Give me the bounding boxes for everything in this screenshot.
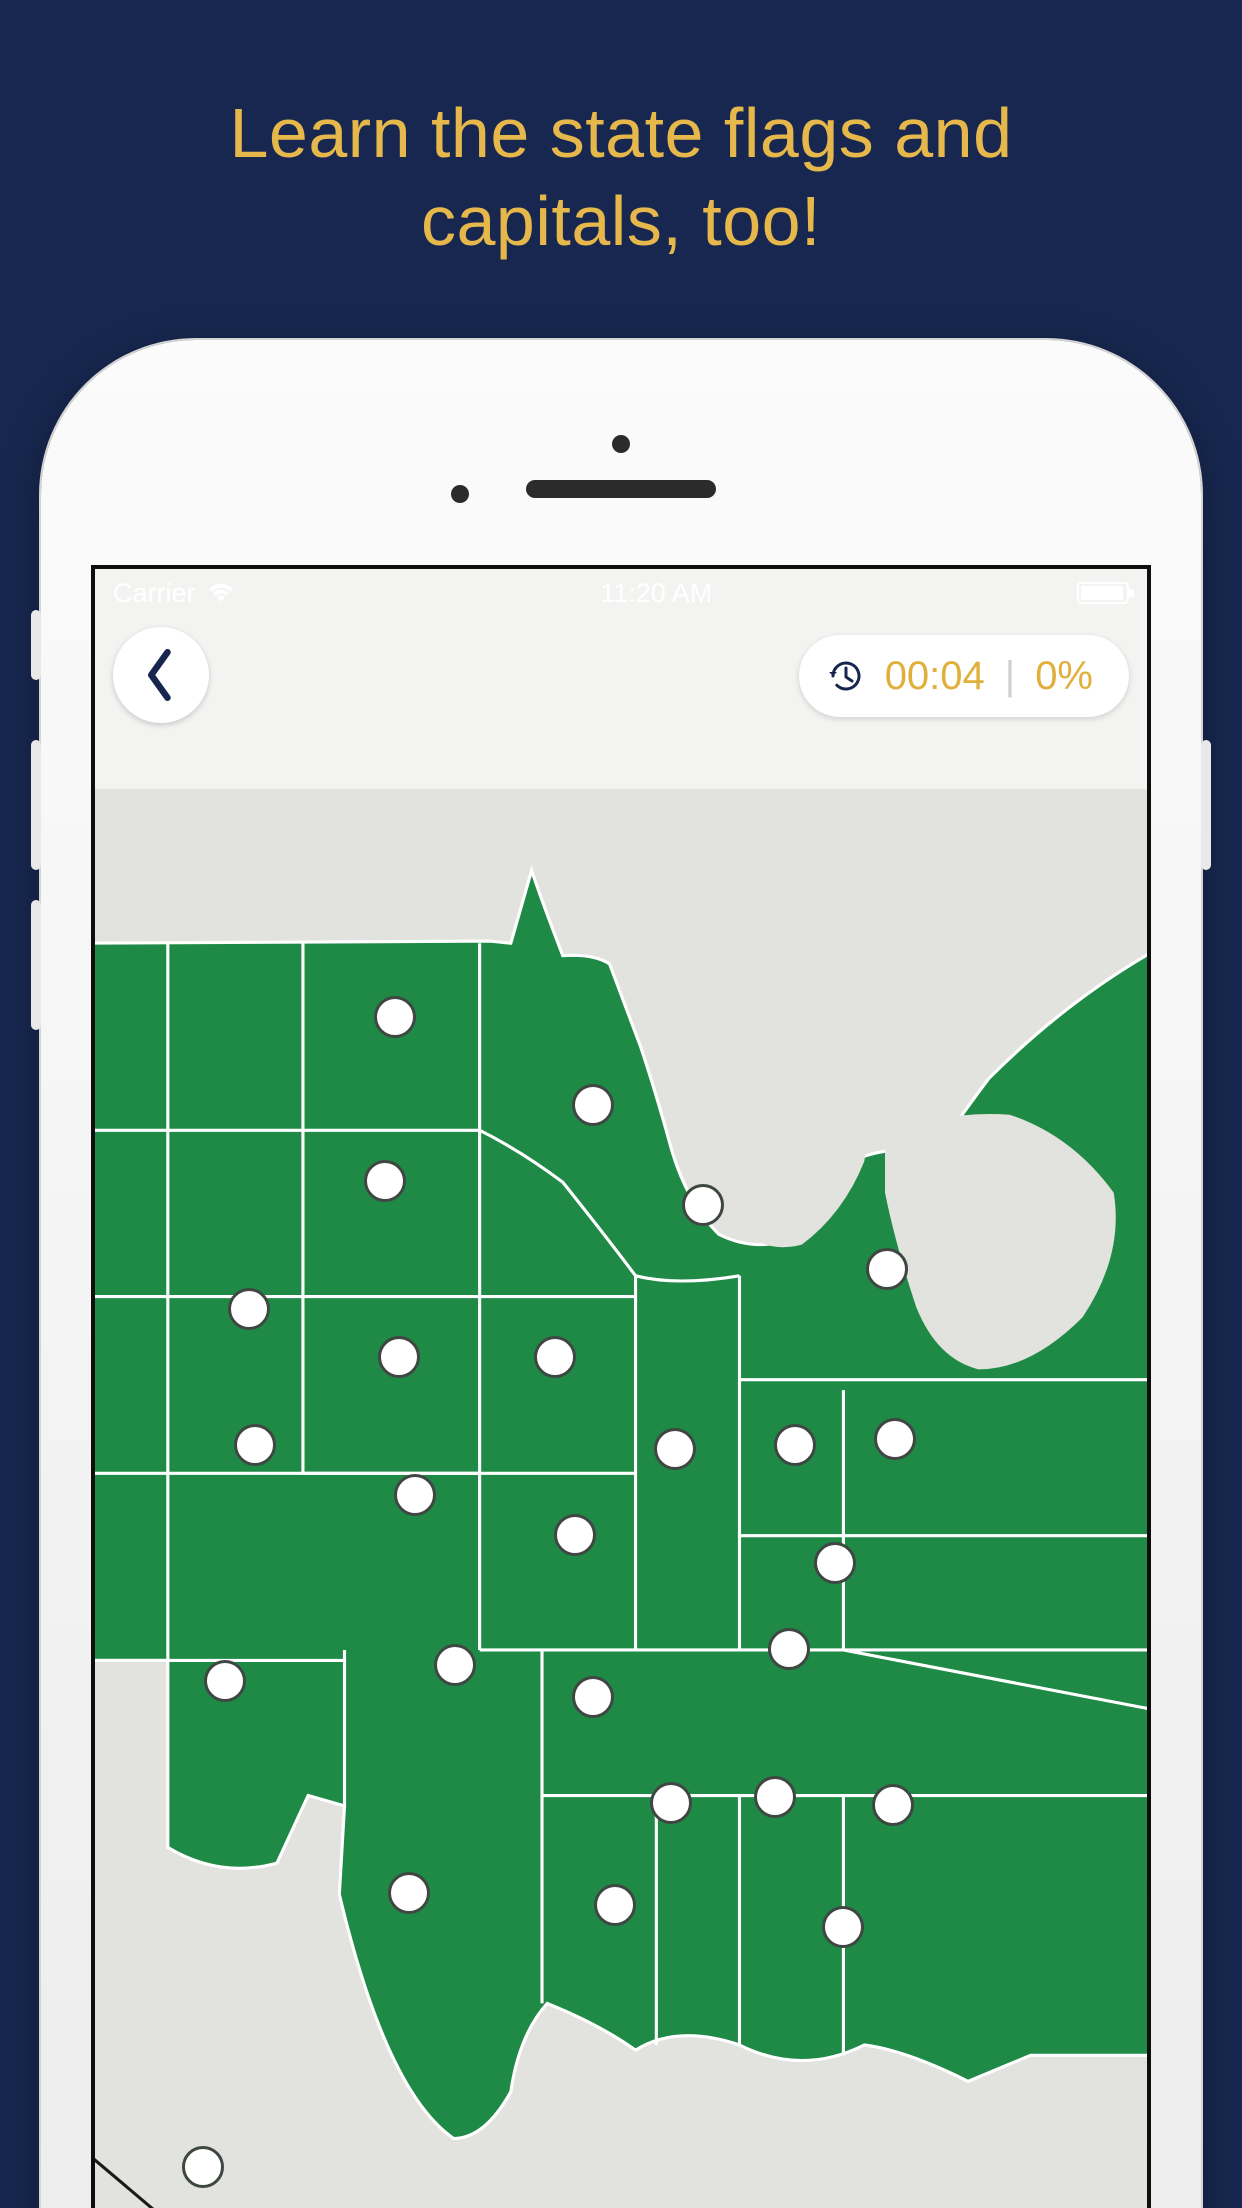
state-dot-new-mexico[interactable] <box>204 1660 246 1702</box>
phone-speaker <box>526 480 716 498</box>
app-screen: Carrier 11:20 AM <box>91 565 1151 2208</box>
state-dot-hawaii[interactable] <box>182 2146 224 2188</box>
headline-line-1: Learn the state flags and <box>229 94 1012 172</box>
status-time: 11:20 AM <box>600 578 712 609</box>
state-dot-mississippi[interactable] <box>650 1782 692 1824</box>
us-landmass[interactable] <box>95 870 1147 2138</box>
state-dot-michigan[interactable] <box>866 1248 908 1290</box>
phone-proximity-sensor <box>451 485 469 503</box>
chevron-left-icon <box>144 649 178 701</box>
state-dot-iowa[interactable] <box>534 1336 576 1378</box>
history-icon <box>827 657 865 695</box>
timer-pill[interactable]: 00:04 | 0% <box>799 635 1129 717</box>
state-dot-alabama[interactable] <box>754 1776 796 1818</box>
state-dot-ohio[interactable] <box>874 1418 916 1460</box>
state-dot-kentucky[interactable] <box>814 1542 856 1584</box>
state-dot-arkansas[interactable] <box>572 1676 614 1718</box>
state-dot-illinois[interactable] <box>654 1428 696 1470</box>
us-map[interactable] <box>95 569 1147 2208</box>
status-bar: Carrier 11:20 AM <box>95 569 1147 617</box>
phone-side-button <box>31 610 41 680</box>
phone-power-button <box>1201 740 1211 870</box>
phone-volume-down <box>31 900 41 1030</box>
carrier-label: Carrier <box>113 578 196 609</box>
state-dot-indiana[interactable] <box>774 1424 816 1466</box>
timer-value: 00:04 <box>885 654 985 699</box>
state-dot-missouri[interactable] <box>554 1514 596 1556</box>
headline-line-2: capitals, too! <box>421 182 821 260</box>
back-button[interactable] <box>113 627 209 723</box>
state-dot-minnesota[interactable] <box>572 1084 614 1126</box>
phone-frame: Carrier 11:20 AM <box>41 340 1201 2208</box>
battery-full-icon <box>1077 582 1129 604</box>
state-dot-nebraska[interactable] <box>378 1336 420 1378</box>
state-dot-georgia[interactable] <box>872 1784 914 1826</box>
pill-separator: | <box>1005 654 1015 699</box>
phone-volume-up <box>31 740 41 870</box>
wifi-icon <box>206 582 236 604</box>
state-dot-south-dakota[interactable] <box>364 1160 406 1202</box>
phone-camera <box>612 435 630 453</box>
state-dot-tennessee[interactable] <box>768 1628 810 1670</box>
state-dot-kansas[interactable] <box>394 1474 436 1516</box>
state-dot-colorado[interactable] <box>234 1424 276 1466</box>
score-value: 0% <box>1035 654 1093 699</box>
state-dot-texas[interactable] <box>388 1872 430 1914</box>
promo-headline: Learn the state flags and capitals, too! <box>0 90 1242 265</box>
state-dot-oklahoma[interactable] <box>434 1644 476 1686</box>
state-dot-wyoming[interactable] <box>228 1288 270 1330</box>
state-dot-florida[interactable] <box>822 1906 864 1948</box>
state-dot-north-dakota[interactable] <box>374 996 416 1038</box>
state-dot-louisiana[interactable] <box>594 1884 636 1926</box>
state-dot-wisconsin[interactable] <box>682 1184 724 1226</box>
